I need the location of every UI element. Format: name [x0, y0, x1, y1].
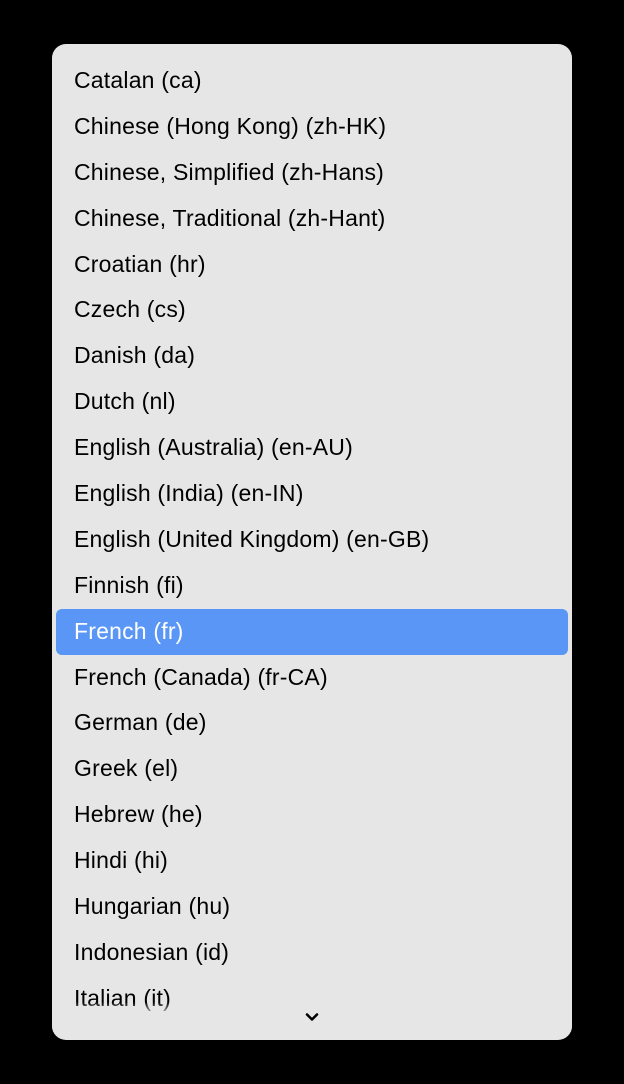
language-option[interactable]: Danish (da): [52, 333, 572, 379]
language-option[interactable]: Dutch (nl): [52, 379, 572, 425]
language-option[interactable]: Hindi (hi): [52, 838, 572, 884]
language-option[interactable]: Hungarian (hu): [52, 884, 572, 930]
language-option[interactable]: Greek (el): [52, 746, 572, 792]
language-option[interactable]: Chinese, Traditional (zh-Hant): [52, 196, 572, 242]
language-option[interactable]: Czech (cs): [52, 287, 572, 333]
language-option[interactable]: English (Australia) (en-AU): [52, 425, 572, 471]
language-option[interactable]: Finnish (fi): [52, 563, 572, 609]
language-option[interactable]: French (Canada) (fr-CA): [52, 655, 572, 701]
chevron-down-icon: [302, 1007, 322, 1027]
language-option-list: Catalan (ca)Chinese (Hong Kong) (zh-HK)C…: [52, 58, 572, 1022]
language-option[interactable]: German (de): [52, 700, 572, 746]
scroll-down-indicator[interactable]: [52, 1002, 572, 1032]
language-option[interactable]: Catalan (ca): [52, 58, 572, 104]
language-option[interactable]: Chinese (Hong Kong) (zh-HK): [52, 104, 572, 150]
language-option[interactable]: English (United Kingdom) (en-GB): [52, 517, 572, 563]
language-option[interactable]: Hebrew (he): [52, 792, 572, 838]
language-dropdown-panel: Catalan (ca)Chinese (Hong Kong) (zh-HK)C…: [52, 44, 572, 1040]
language-option[interactable]: Chinese, Simplified (zh-Hans): [52, 150, 572, 196]
language-option[interactable]: French (fr): [56, 609, 568, 655]
language-option[interactable]: Indonesian (id): [52, 930, 572, 976]
language-option[interactable]: English (India) (en-IN): [52, 471, 572, 517]
language-option[interactable]: Croatian (hr): [52, 242, 572, 288]
